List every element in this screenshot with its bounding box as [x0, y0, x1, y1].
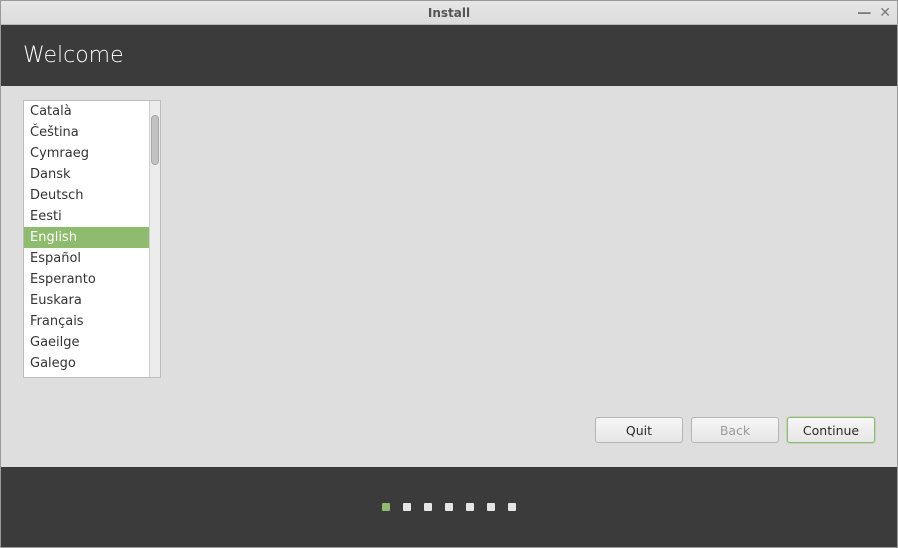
list-item[interactable]: Euskara	[24, 290, 149, 311]
list-item[interactable]: Gaeilge	[24, 332, 149, 353]
button-row: Quit Back Continue	[23, 407, 875, 457]
page-header: Welcome	[1, 25, 897, 86]
progress-dot	[508, 503, 516, 511]
language-list-inner: CatalàČeštinaCymraegDanskDeutschEestiEng…	[24, 101, 149, 377]
list-item[interactable]: Eesti	[24, 206, 149, 227]
list-item[interactable]: Català	[24, 101, 149, 122]
progress-dot	[382, 503, 390, 511]
quit-button-label: Quit	[626, 423, 652, 438]
content-area: CatalàČeštinaCymraegDanskDeutschEestiEng…	[1, 86, 897, 467]
page-title: Welcome	[23, 43, 124, 68]
list-item[interactable]: English	[24, 227, 149, 248]
window-title: Install	[428, 6, 470, 20]
list-item[interactable]: Galego	[24, 353, 149, 374]
quit-button[interactable]: Quit	[595, 417, 683, 443]
progress-dot	[445, 503, 453, 511]
list-item[interactable]: Cymraeg	[24, 143, 149, 164]
progress-dot	[403, 503, 411, 511]
list-item[interactable]: Čeština	[24, 122, 149, 143]
back-button: Back	[691, 417, 779, 443]
continue-button-label: Continue	[803, 423, 859, 438]
window-titlebar: Install — ✕	[1, 1, 897, 25]
list-item[interactable]: Esperanto	[24, 269, 149, 290]
list-item[interactable]: Dansk	[24, 164, 149, 185]
list-item[interactable]: Français	[24, 311, 149, 332]
scrollbar[interactable]	[149, 101, 160, 377]
list-item[interactable]: Español	[24, 248, 149, 269]
list-item[interactable]: Deutsch	[24, 185, 149, 206]
language-listbox[interactable]: CatalàČeštinaCymraegDanskDeutschEestiEng…	[23, 100, 161, 378]
progress-footer	[1, 467, 897, 547]
scroll-thumb[interactable]	[151, 115, 159, 165]
progress-dot	[466, 503, 474, 511]
progress-dot	[424, 503, 432, 511]
progress-dot	[487, 503, 495, 511]
continue-button[interactable]: Continue	[787, 417, 875, 443]
minimize-icon[interactable]: —	[857, 6, 871, 20]
window-controls: — ✕	[857, 1, 891, 24]
close-icon[interactable]: ✕	[879, 6, 891, 20]
back-button-label: Back	[720, 423, 750, 438]
